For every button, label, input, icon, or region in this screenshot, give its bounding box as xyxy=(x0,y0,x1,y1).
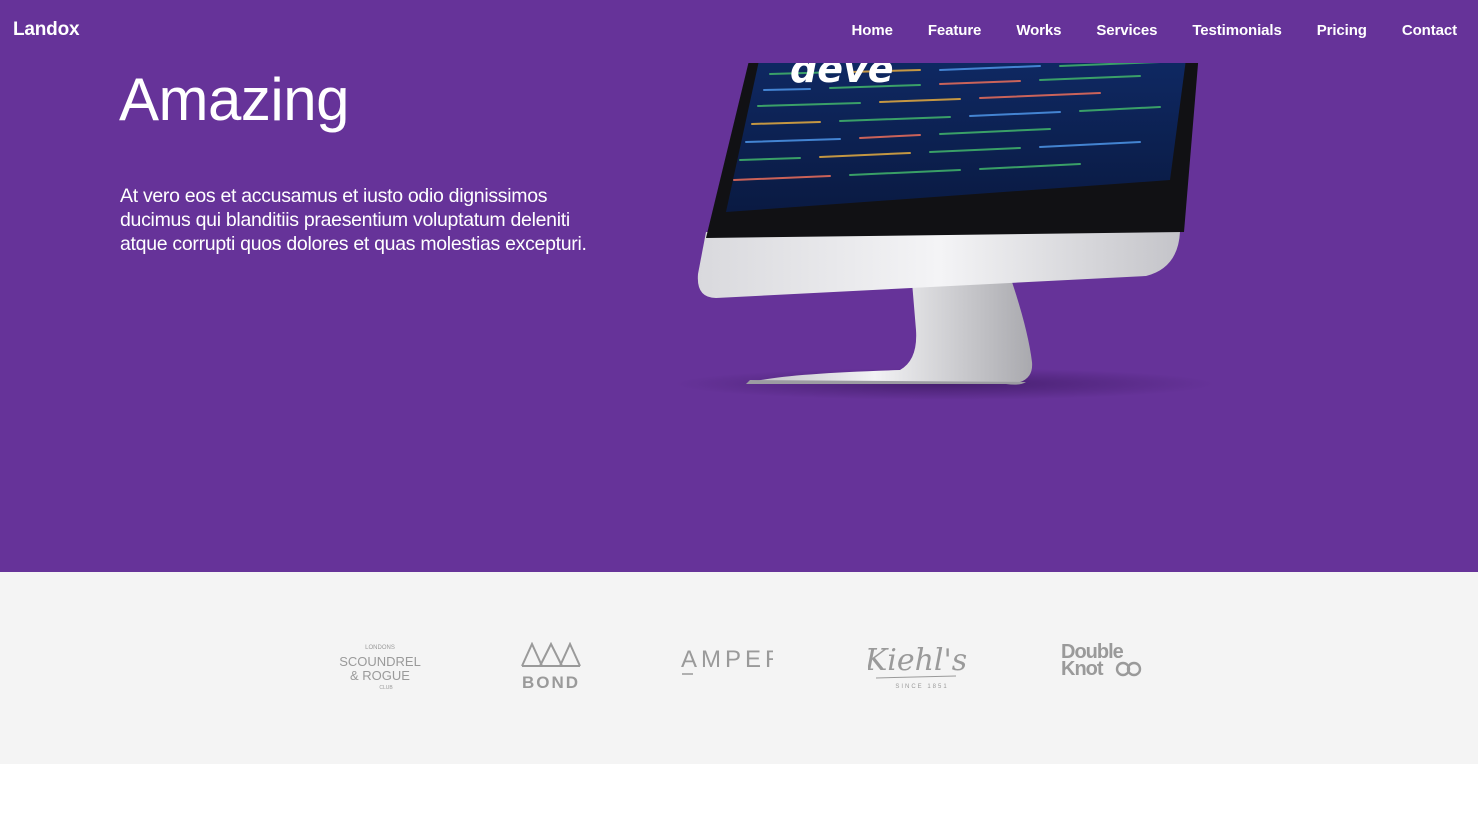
logo-double-knot: Double Knot xyxy=(1061,640,1145,680)
logo-scoundrel-rogue: LONDONS SCOUNDREL & ROGUE CLUB xyxy=(338,642,422,692)
hero-description: At vero eos et accusamus et iusto odio d… xyxy=(120,185,587,255)
svg-text:Kiehl's: Kiehl's xyxy=(868,643,967,678)
svg-text:BOND: BOND xyxy=(522,673,580,692)
svg-text:SINCE 1851: SINCE 1851 xyxy=(895,684,948,690)
nav-menu: Home Feature Works Services Testimonials… xyxy=(817,22,1458,40)
logo-kiehls: Kiehl's SINCE 1851 xyxy=(868,638,968,692)
brand-logo[interactable]: Landox xyxy=(13,19,80,41)
svg-text:SCOUNDREL: SCOUNDREL xyxy=(339,654,421,669)
navbar: Landox Home Feature Works Services Testi… xyxy=(0,0,1478,63)
nav-link-home[interactable]: Home xyxy=(852,22,893,39)
svg-text:AMPERE: AMPERE xyxy=(681,646,773,673)
svg-text:Knot: Knot xyxy=(1061,658,1104,680)
hero-title: Amazing xyxy=(119,66,349,133)
client-logos-section: LONDONS SCOUNDREL & ROGUE CLUB BOND AMPE… xyxy=(0,572,1478,764)
svg-text:LONDONS: LONDONS xyxy=(365,645,395,651)
nav-link-pricing[interactable]: Pricing xyxy=(1317,22,1367,39)
svg-text:& ROGUE: & ROGUE xyxy=(350,668,410,683)
nav-link-testimonials[interactable]: Testimonials xyxy=(1192,22,1281,39)
hero-section: Landox Home Feature Works Services Testi… xyxy=(0,0,1478,572)
logo-bond: BOND xyxy=(520,642,582,692)
nav-link-feature[interactable]: Feature xyxy=(928,22,982,39)
nav-link-works[interactable]: Works xyxy=(1016,22,1061,39)
monitor-image: deve xyxy=(675,40,1215,400)
svg-text:CLUB: CLUB xyxy=(379,685,393,691)
logo-ampere: AMPERE xyxy=(681,642,773,682)
nav-link-services[interactable]: Services xyxy=(1096,22,1157,39)
nav-link-contact[interactable]: Contact xyxy=(1402,22,1457,39)
